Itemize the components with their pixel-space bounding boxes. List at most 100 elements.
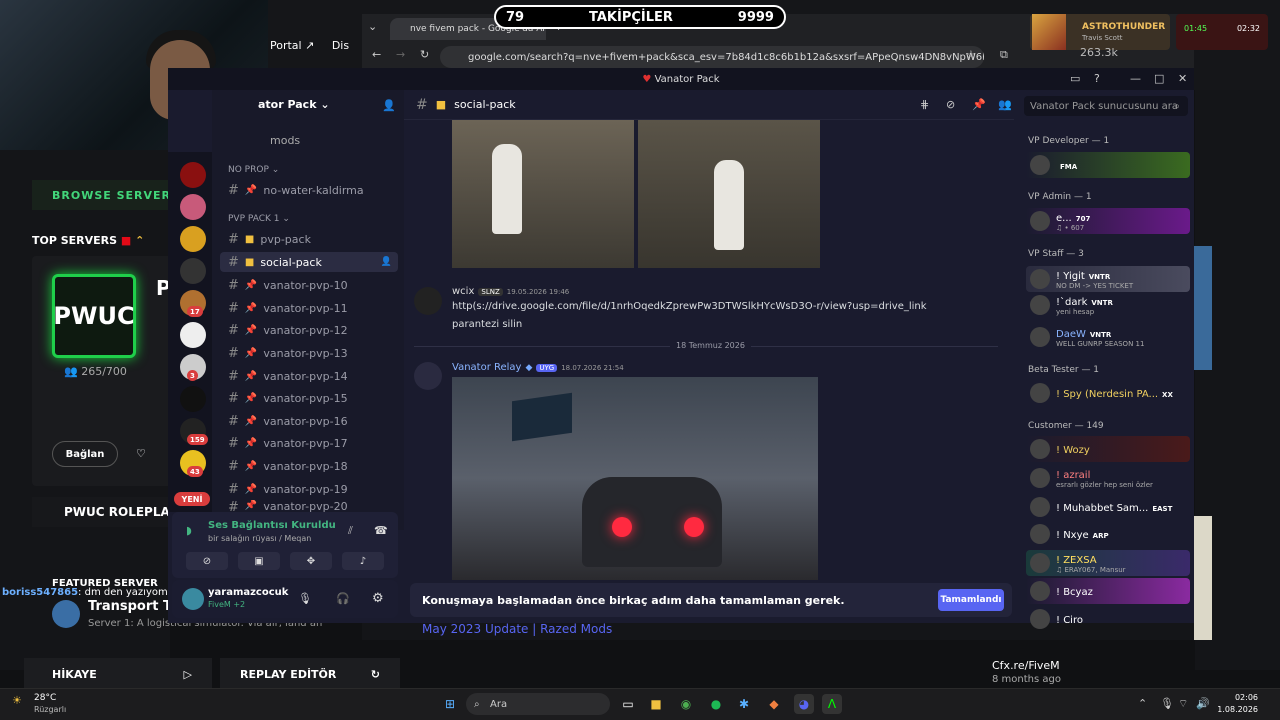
member-row[interactable]: e... 707 ♫ • 607 <box>1026 208 1190 234</box>
avatar[interactable] <box>414 362 442 390</box>
member-row[interactable]: ! Spy (Nerdesin PA... XX <box>1026 380 1190 406</box>
message-link[interactable]: http(s://drive.google.com/file/d/1nrhOqe… <box>452 298 952 316</box>
server-name-header[interactable]: ator Pack ⌄ <box>258 98 330 111</box>
clock-time[interactable]: 02:06 <box>1218 693 1258 702</box>
start-icon[interactable]: ⊞ <box>440 694 460 714</box>
attachment-image-1[interactable] <box>452 120 634 268</box>
microphone-icon[interactable]: 🎙 <box>298 592 312 605</box>
pinned-icon[interactable]: 📌 <box>972 98 986 111</box>
forward-icon[interactable]: → <box>396 48 405 61</box>
mods-channel[interactable]: mods <box>270 134 300 147</box>
category-pvp-pack[interactable]: PVP PACK 1 ⌄ <box>228 214 290 224</box>
help-icon[interactable]: ? <box>1094 72 1100 85</box>
member-row[interactable]: FMA <box>1026 152 1190 178</box>
terminal-icon[interactable]: Λ <box>822 694 842 714</box>
story-button[interactable]: HİKAYE ▷ <box>24 658 212 690</box>
close-icon[interactable]: ✕ <box>1178 72 1187 85</box>
activities-button[interactable]: ✥ <box>290 552 332 570</box>
cfx-link[interactable]: Cfx.re/FiveM <box>992 659 1060 672</box>
tray-chevron-icon[interactable]: ⌃ <box>1138 697 1147 710</box>
portal-link[interactable]: Portal ↗ Dis <box>270 39 349 52</box>
category-no-prop[interactable]: NO PROP ⌄ <box>228 165 279 175</box>
browse-servers-button[interactable]: BROWSE SERVERS <box>32 180 182 210</box>
message-author[interactable]: wcix <box>452 286 474 297</box>
channel-vanator-pvp-16[interactable]: # 📌 vanator-pvp-16 <box>220 411 398 431</box>
channel-vanator-pvp-19[interactable]: # 📌 vanator-pvp-19 <box>220 479 398 499</box>
channel-pvp-pack[interactable]: # ■ pvp-pack <box>220 229 398 249</box>
noise-suppression-icon[interactable]: ⫽ <box>348 524 353 538</box>
member-row[interactable]: ! Wozy <box>1026 436 1190 462</box>
member-row[interactable]: ! Nxye ARP <box>1026 521 1190 547</box>
attachment-image-3[interactable] <box>452 377 818 580</box>
settings-gear-icon[interactable]: ⚙ <box>372 591 384 606</box>
channel-vanator-pvp-17[interactable]: # 📌 vanator-pvp-17 <box>220 433 398 453</box>
clock-date[interactable]: 1.08.2026 <box>1208 705 1258 714</box>
threads-icon[interactable]: ⋕ <box>920 98 929 111</box>
member-row[interactable]: ! azrail esrarlı gözler hep seni özler <box>1026 465 1190 491</box>
server-search-input[interactable]: Vanator Pack sunucusunu ara ⌕ <box>1024 96 1188 116</box>
address-bar[interactable]: google.com/search?q=nve+fivem+pack&sca_e… <box>440 46 984 68</box>
disconnect-icon[interactable]: ☎ <box>374 524 388 537</box>
member-row[interactable]: ! Yigit VNTR NO DM -> YES TICKET <box>1026 266 1190 292</box>
soundboard-button[interactable]: ♪ <box>342 552 384 570</box>
member-row[interactable]: ! Bcyaz <box>1026 578 1190 604</box>
weather-temp[interactable]: 28°C <box>34 693 56 703</box>
channel-vanator-pvp-11[interactable]: # 📌 vanator-pvp-11 <box>220 298 398 318</box>
inbox-icon[interactable]: ▭ <box>1070 72 1080 85</box>
file-explorer-icon[interactable]: ■ <box>646 694 666 714</box>
add-member-icon[interactable]: 👤 <box>381 257 392 267</box>
member-list-icon[interactable]: 👥 <box>998 98 1012 111</box>
username[interactable]: yaramazcocuk <box>208 587 288 598</box>
attachment-image-2[interactable] <box>638 120 820 268</box>
server-icon[interactable] <box>180 322 206 348</box>
avatar[interactable] <box>182 588 204 610</box>
member-row[interactable]: ! Muhabbet Sam... EAST <box>1026 494 1190 520</box>
app-icon[interactable]: ✱ <box>734 694 754 714</box>
task-view-icon[interactable]: ▭ <box>618 694 638 714</box>
message-author[interactable]: Vanator Relay <box>452 362 521 373</box>
taskbar-search[interactable]: ⌕ Ara <box>466 693 610 715</box>
discord-icon[interactable]: ◕ <box>794 694 814 714</box>
heart-icon[interactable]: ♡ <box>136 447 146 460</box>
fivem-icon[interactable]: ◆ <box>764 694 784 714</box>
channel-vanator-pvp-14[interactable]: # 📌 vanator-pvp-14 <box>220 366 398 386</box>
member-row[interactable]: ! Ciro <box>1026 606 1190 632</box>
back-icon[interactable]: ← <box>372 48 381 61</box>
avatar[interactable] <box>414 287 442 315</box>
replay-editor-button[interactable]: REPLAY EDİTÖR ↻ <box>220 658 400 690</box>
server-icon[interactable] <box>180 258 206 284</box>
add-member-icon[interactable]: 👤 <box>382 99 396 112</box>
server-icon[interactable] <box>180 386 206 412</box>
extensions-icon[interactable]: ⧉ <box>1000 48 1008 62</box>
channel-vanator-pvp-13[interactable]: # 📌 vanator-pvp-13 <box>220 343 398 363</box>
minimize-icon[interactable]: — <box>1130 72 1141 85</box>
member-row[interactable]: DaeW VNTR WELL GUNRP SEASON 11 <box>1026 324 1190 350</box>
member-row[interactable]: ! ZEXSA ♫ ERAY067, Mansur <box>1026 550 1190 576</box>
voice-channel[interactable]: bir salağın rüyası / Meqan <box>208 534 311 543</box>
tab-list-icon[interactable]: ⌄ <box>368 20 377 33</box>
weather-icon[interactable]: ☀ <box>12 694 22 707</box>
connect-button[interactable]: Bağlan <box>52 441 118 467</box>
channel-vanator-pvp-18[interactable]: # 📌 vanator-pvp-18 <box>220 456 398 476</box>
microphone-icon[interactable]: 🎙 <box>1160 697 1174 710</box>
channel-vanator-pvp-15[interactable]: # 📌 vanator-pvp-15 <box>220 388 398 408</box>
spotify-icon[interactable]: ● <box>706 694 726 714</box>
server-icon[interactable] <box>180 226 206 252</box>
screen-share-button[interactable]: ▣ <box>238 552 280 570</box>
channel-vanator-pvp-12[interactable]: # 📌 vanator-pvp-12 <box>220 320 398 340</box>
complete-button[interactable]: Tamamlandı <box>938 589 1004 611</box>
voice-status[interactable]: Ses Bağlantısı Kuruldu <box>208 520 336 531</box>
maximize-icon[interactable]: □ <box>1154 72 1164 85</box>
chrome-icon[interactable]: ◉ <box>676 694 696 714</box>
server-icon[interactable] <box>180 194 206 220</box>
camera-off-button[interactable]: ⊘ <box>186 552 228 570</box>
server-icon-vanator[interactable] <box>180 162 206 188</box>
mute-icon[interactable]: ⊘ <box>946 98 955 111</box>
channel-social-pack[interactable]: # ■ social-pack 👤 <box>220 252 398 272</box>
channel-no-water[interactable]: # 📌 no-water-kaldirma <box>220 180 398 200</box>
channel-vanator-pvp-20[interactable]: # 📌 vanator-pvp-20 <box>220 500 398 512</box>
reload-icon[interactable]: ↻ <box>420 48 429 61</box>
bookmark-star-icon[interactable]: ☆ <box>966 48 976 61</box>
network-icon[interactable]: ⌔ <box>1178 697 1188 711</box>
channel-vanator-pvp-10[interactable]: # 📌 vanator-pvp-10 <box>220 275 398 295</box>
